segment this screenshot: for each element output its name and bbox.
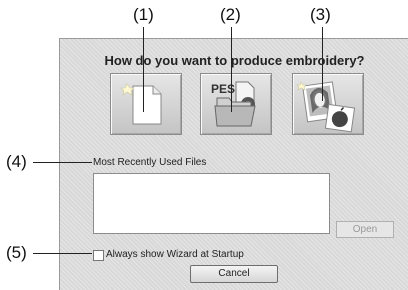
callout-5: (5) (6, 243, 27, 262)
pes-folder-icon: PES (211, 81, 256, 127)
leader-line-2 (231, 27, 232, 112)
blank-page-icon (120, 83, 162, 125)
leader-line-5 (33, 253, 92, 254)
always-show-wizard-label[interactable]: Always show Wizard at Startup (106, 249, 244, 260)
callout-4: (4) (6, 152, 27, 171)
mru-label: Most Recently Used Files (93, 157, 207, 168)
photo-stitch-button[interactable] (292, 73, 364, 135)
new-design-button[interactable] (110, 73, 182, 135)
open-button[interactable]: Open (336, 221, 394, 238)
leader-line-4 (33, 162, 92, 163)
photo-apple-icon (296, 81, 356, 133)
callout-3: (3) (310, 5, 331, 24)
callout-1: (1) (133, 5, 154, 24)
open-pes-button[interactable]: PES (200, 73, 272, 135)
dialog-question: How do you want to produce embroidery? (104, 53, 365, 68)
always-show-wizard-checkbox[interactable] (93, 250, 104, 261)
callout-2: (2) (220, 5, 241, 24)
mru-file-list[interactable] (93, 173, 330, 234)
leader-line-1 (143, 27, 144, 112)
embroidery-wizard-dialog: How do you want to produce embroidery? P… (59, 38, 408, 290)
leader-line-3 (322, 27, 323, 101)
cancel-button[interactable]: Cancel (190, 265, 278, 283)
